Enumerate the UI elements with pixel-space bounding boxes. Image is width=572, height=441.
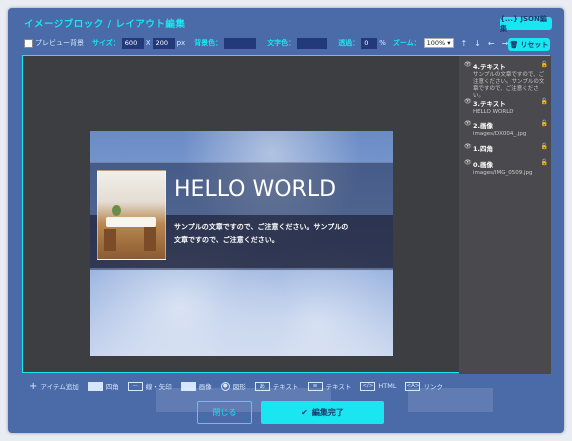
chevron-down-icon: ▾ bbox=[447, 39, 451, 47]
bg-color-input[interactable] bbox=[224, 37, 257, 49]
plus-icon: + bbox=[29, 380, 38, 392]
zoom-value: 100% bbox=[426, 39, 446, 47]
preview-bg-toggle[interactable]: プレビュー背景 bbox=[24, 38, 84, 48]
arrow-left-icon[interactable]: ← bbox=[488, 39, 495, 48]
preview-bg-checkbox[interactable] bbox=[24, 38, 33, 48]
layout-editor-modal: イメージブロック / レイアウト編集 {...} JSON編集 🗑 リセット プ… bbox=[8, 8, 564, 433]
editor-toolbar: プレビュー背景 サイズ： 600 X 200 px 背景色： 文字色： 透過： … bbox=[24, 36, 508, 50]
opacity-input[interactable]: 0 bbox=[361, 37, 378, 49]
eye-icon[interactable]: 👁 bbox=[464, 120, 472, 127]
body-text[interactable]: サンプルの文章ですので、ご注意ください。サンプルの文章ですので、ご注意ください。 bbox=[174, 221, 349, 246]
zoom-label: ズーム： bbox=[392, 39, 421, 47]
trash-icon: 🗑 bbox=[509, 40, 519, 49]
plant-shape bbox=[112, 205, 121, 216]
reset-label: リセット bbox=[520, 40, 549, 49]
size-label: サイズ： bbox=[92, 39, 120, 47]
add-item-label: + アイテム追加 bbox=[29, 381, 79, 392]
layer-item[interactable]: 👁 🔓 0.画像 images/IMG_0509.jpg bbox=[464, 159, 548, 177]
lock-icon[interactable]: 🔓 bbox=[541, 120, 548, 127]
lock-icon[interactable]: 🔓 bbox=[541, 98, 548, 105]
design-canvas[interactable]: HELLO WORLD サンプルの文章ですので、ご注意ください。サンプルの文章で… bbox=[90, 131, 393, 356]
table-shape bbox=[106, 217, 156, 227]
layer-desc: images/DX004_.jpg bbox=[473, 131, 527, 137]
layer-item[interactable]: 👁 🔓 3.テキスト HELLO WORLD bbox=[464, 98, 548, 116]
layer-desc: HELLO WORLD bbox=[473, 109, 514, 115]
lock-icon[interactable]: 🔓 bbox=[541, 143, 548, 150]
chair-shape bbox=[144, 227, 156, 251]
layer-item[interactable]: 👁 🔓 1.四角 bbox=[464, 143, 548, 153]
height-input[interactable]: 200 bbox=[152, 37, 175, 49]
layer-name: 3.テキスト bbox=[473, 100, 506, 108]
html-icon: </> bbox=[360, 381, 376, 391]
add-rect-button[interactable]: 四角 bbox=[87, 381, 119, 391]
close-button[interactable]: 閉じる bbox=[197, 401, 252, 424]
dining-room-image[interactable] bbox=[97, 170, 166, 260]
rect-label: 四角 bbox=[105, 383, 119, 391]
add-html-button[interactable]: </> HTML bbox=[360, 381, 397, 391]
arrow-up-icon[interactable]: ↑ bbox=[461, 39, 468, 48]
layer-item[interactable]: 👁 🔓 4.テキスト サンプルの文章ですので、ご注意ください。サンプルの文章です… bbox=[464, 61, 548, 100]
size-x-label: X bbox=[145, 39, 151, 47]
done-label: 編集完了 bbox=[311, 408, 344, 417]
add-item-text: アイテム追加 bbox=[40, 383, 79, 391]
reset-button[interactable]: 🗑 リセット bbox=[508, 38, 550, 51]
heading-text[interactable]: HELLO WORLD bbox=[174, 177, 336, 202]
html-label: HTML bbox=[378, 382, 397, 390]
chair-shape bbox=[104, 229, 116, 251]
layer-desc: サンプルの文章ですので、ご注意ください。サンプルの文章ですので、ご注意ください。 bbox=[473, 72, 545, 99]
opacity-label: 透過： bbox=[338, 39, 360, 47]
width-input[interactable]: 600 bbox=[121, 37, 144, 49]
bg-color-label: 背景色： bbox=[194, 39, 223, 47]
editor-area: HELLO WORLD サンプルの文章ですので、ご注意ください。サンプルの文章で… bbox=[22, 55, 551, 374]
eye-icon[interactable]: 👁 bbox=[464, 143, 472, 150]
text-color-label: 文字色： bbox=[267, 39, 296, 47]
done-button[interactable]: ✔ 編集完了 bbox=[261, 401, 384, 424]
rect-icon bbox=[87, 381, 103, 391]
background-placeholder bbox=[408, 388, 493, 412]
zoom-select[interactable]: 100% ▾ bbox=[423, 38, 454, 48]
layer-name: 1.四角 bbox=[473, 145, 493, 153]
layer-desc: images/IMG_0509.jpg bbox=[473, 170, 533, 176]
lock-icon[interactable]: 🔓 bbox=[541, 159, 548, 166]
lock-icon[interactable]: 🔓 bbox=[541, 61, 548, 68]
eye-icon[interactable]: 👁 bbox=[464, 61, 472, 68]
check-icon: ✔ bbox=[301, 408, 308, 417]
modal-title: イメージブロック / レイアウト編集 bbox=[24, 19, 186, 30]
line-icon: — bbox=[127, 381, 143, 391]
eye-icon[interactable]: 👁 bbox=[464, 159, 472, 166]
layer-name: 2.画像 bbox=[473, 122, 493, 130]
layer-name: 4.テキスト bbox=[473, 63, 506, 71]
preview-bg-label: プレビュー背景 bbox=[35, 39, 84, 47]
percent-label: % bbox=[379, 39, 386, 47]
json-edit-button[interactable]: {...} JSON編集 bbox=[500, 15, 552, 33]
eye-icon[interactable]: 👁 bbox=[464, 98, 472, 105]
px-label: px bbox=[176, 39, 186, 47]
arrow-right-icon[interactable]: → bbox=[502, 39, 509, 48]
text-color-input[interactable] bbox=[297, 37, 328, 49]
arrow-down-icon[interactable]: ↓ bbox=[474, 39, 481, 48]
layer-name: 0.画像 bbox=[473, 161, 493, 169]
layers-panel: 👁 🔓 4.テキスト サンプルの文章ですので、ご注意ください。サンプルの文章です… bbox=[459, 56, 551, 374]
layer-item[interactable]: 👁 🔓 2.画像 images/DX004_.jpg bbox=[464, 120, 548, 138]
